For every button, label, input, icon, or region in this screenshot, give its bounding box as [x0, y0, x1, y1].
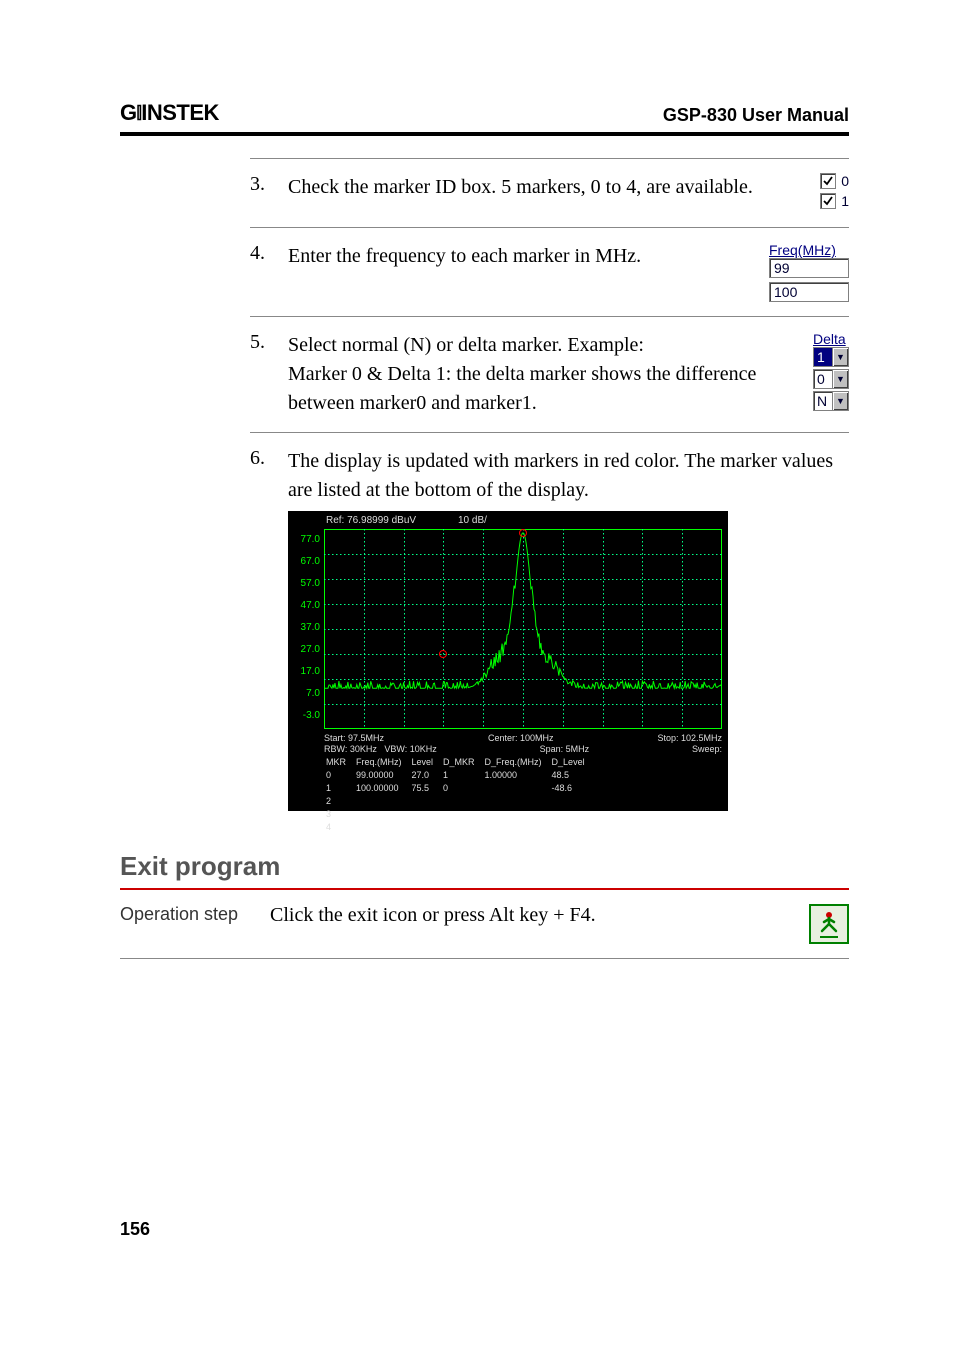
step-number: 4. — [250, 242, 288, 265]
freq-label: Freq(MHz) — [769, 242, 849, 258]
checkbox-label: 1 — [841, 193, 849, 209]
step-4-visual: Freq(MHz) 99 100 — [769, 242, 849, 302]
page-header: G⫿INSTEK GSP-830 User Manual — [120, 100, 849, 136]
step-5-row: 5. Select normal (N) or delta marker. Ex… — [250, 316, 849, 432]
chart-rbw: RBW: 30KHz — [324, 744, 377, 754]
chart-vbw: VBW: 10KHz — [384, 744, 436, 754]
chart-center: Center: 100MHz — [488, 733, 554, 744]
manual-title: GSP-830 User Manual — [663, 105, 849, 126]
marker-checkbox-1[interactable]: 1 — [820, 193, 849, 209]
page-number: 156 — [120, 1219, 849, 1240]
delta-label: Delta — [813, 331, 849, 347]
select-value: 1 — [814, 348, 832, 366]
chart-ref-label: Ref: 76.98999 dBuV — [326, 515, 416, 526]
step-4-row: 4. Enter the frequency to each marker in… — [250, 227, 849, 316]
chevron-down-icon: ▼ — [832, 370, 848, 388]
operation-step-row: Operation step Click the exit icon or pr… — [120, 890, 849, 959]
chart-footer: Start: 97.5MHz Center: 100MHz Stop: 102.… — [324, 733, 722, 835]
step-number: 3. — [250, 173, 288, 196]
marker-checkbox-0[interactable]: 0 — [820, 173, 849, 189]
marker-1-icon — [519, 529, 527, 537]
chart-plot-area — [324, 529, 722, 729]
step-6-row: 6. The display is updated with markers i… — [250, 432, 849, 811]
chevron-down-icon: ▼ — [832, 392, 848, 410]
delta-select-1[interactable]: 0 ▼ — [813, 369, 849, 389]
select-value: 0 — [814, 370, 832, 388]
exit-program-heading: Exit program — [120, 851, 849, 890]
brand-logo: G⫿INSTEK — [120, 100, 219, 126]
marker-table: MKRFreq.(MHz)LevelD_MKRD_Freq.(MHz)D_Lev… — [324, 755, 595, 835]
freq-input-1[interactable]: 100 — [769, 282, 849, 302]
chart-span: Span: 5MHz — [540, 744, 590, 755]
chart-y-axis: 77.067.057.047.037.027.017.07.0-3.0 — [290, 529, 320, 727]
step-4-text: Enter the frequency to each marker in MH… — [288, 242, 769, 271]
chart-sweep: Sweep: — [692, 744, 722, 755]
checkbox-icon — [820, 173, 836, 189]
delta-select-2[interactable]: N ▼ — [813, 391, 849, 411]
operation-step-text: Click the exit icon or press Alt key + F… — [270, 904, 809, 944]
freq-input-0[interactable]: 99 — [769, 258, 849, 278]
step-3-row: 3. Check the marker ID box. 5 markers, 0… — [250, 158, 849, 227]
delta-select-0[interactable]: 1 ▼ — [813, 347, 849, 367]
spectrum-trace — [324, 529, 722, 728]
step-number: 5. — [250, 331, 288, 354]
select-value: N — [814, 392, 832, 410]
step-6-text: The display is updated with markers in r… — [288, 447, 849, 505]
step-number: 6. — [250, 447, 288, 505]
chevron-down-icon: ▼ — [832, 348, 848, 366]
marker-0-icon — [439, 650, 447, 658]
step-3-visual: 0 1 — [820, 173, 849, 213]
chart-db-label: 10 dB/ — [458, 515, 487, 526]
operation-step-label: Operation step — [120, 904, 270, 944]
exit-icon[interactable] — [809, 904, 849, 944]
step-5-text: Select normal (N) or delta marker. Examp… — [288, 331, 813, 418]
spectrum-chart: Ref: 76.98999 dBuV 10 dB/ 77.067.057.047… — [288, 511, 728, 811]
chart-start: Start: 97.5MHz — [324, 733, 384, 744]
step-3-text: Check the marker ID box. 5 markers, 0 to… — [288, 173, 820, 202]
checkbox-label: 0 — [841, 173, 849, 189]
step-5-visual: Delta 1 ▼ 0 ▼ N ▼ — [813, 331, 849, 413]
checkbox-icon — [820, 193, 836, 209]
chart-stop: Stop: 102.5MHz — [657, 733, 722, 744]
